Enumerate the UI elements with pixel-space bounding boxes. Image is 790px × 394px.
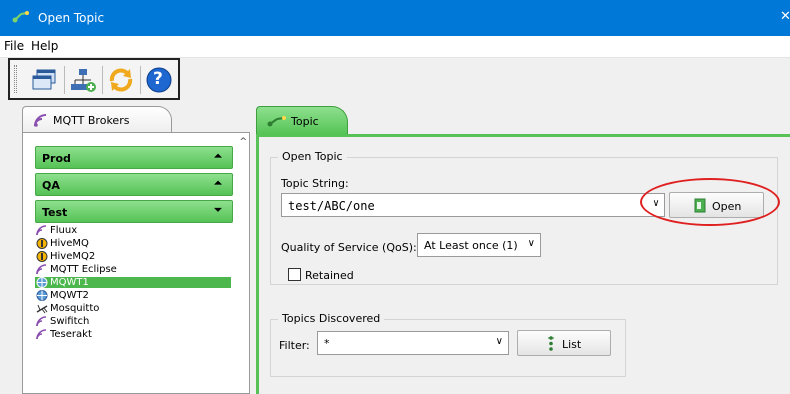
app-icon bbox=[12, 11, 29, 23]
menu-file[interactable]: File bbox=[4, 39, 24, 53]
list-item-label: MQTT Eclipse bbox=[50, 264, 117, 275]
group-label: Prod bbox=[42, 152, 71, 165]
list-item-label: Fluux bbox=[50, 225, 78, 236]
close-icon[interactable]: ✕ bbox=[780, 9, 790, 24]
list-item-label: HiveMQ2 bbox=[50, 251, 96, 262]
hive-icon bbox=[36, 238, 48, 249]
globe-icon bbox=[36, 290, 48, 301]
retained-label: Retained bbox=[305, 269, 354, 282]
window-title: Open Topic bbox=[38, 11, 105, 25]
tab-mqtt-brokers[interactable]: MQTT Brokers bbox=[22, 106, 172, 132]
broker-group-prod[interactable]: Prod ⏶ bbox=[35, 146, 233, 169]
retained-checkbox[interactable] bbox=[288, 268, 301, 281]
toolbar-separator bbox=[102, 66, 103, 94]
chevron-down-icon: ⏷ bbox=[214, 205, 222, 216]
mosquito-icon bbox=[36, 304, 48, 314]
list-item[interactable]: MQWT2 bbox=[35, 290, 231, 301]
filter-label: Filter: bbox=[279, 339, 310, 352]
topics-discovered-legend: Topics Discovered bbox=[278, 312, 385, 325]
help-icon[interactable]: ? bbox=[144, 66, 174, 94]
list-item-label: Mosquitto bbox=[50, 303, 100, 314]
list-item-label: MQWT2 bbox=[50, 290, 89, 301]
qos-value: At Least once (1) bbox=[424, 239, 518, 252]
title-bar: Open Topic ✕ bbox=[0, 0, 790, 36]
list-item[interactable]: Fluux bbox=[35, 225, 231, 236]
list-item-label: HiveMQ bbox=[50, 238, 89, 249]
network-add-icon[interactable] bbox=[68, 66, 98, 94]
list-button-label: List bbox=[562, 338, 582, 351]
chevron-up-icon: ⏶ bbox=[214, 151, 222, 162]
scroll-up-icon[interactable]: ^ bbox=[239, 137, 247, 147]
tab-label: Topic bbox=[291, 115, 319, 128]
filter-value: * bbox=[324, 337, 330, 350]
toolbar-grip[interactable] bbox=[14, 65, 17, 93]
signal-icon bbox=[36, 329, 47, 340]
topic-string-value: test/ABC/one bbox=[288, 199, 375, 213]
filter-input[interactable]: * ∨ bbox=[317, 331, 509, 355]
globe-icon bbox=[36, 277, 48, 288]
list-item[interactable]: Teserakt bbox=[35, 329, 231, 340]
signal-icon bbox=[36, 264, 47, 275]
qos-select[interactable]: At Least once (1) ∨ bbox=[417, 233, 541, 257]
toolbar-separator bbox=[64, 66, 65, 94]
open-topic-legend: Open Topic bbox=[278, 150, 347, 163]
topic-string-input[interactable]: test/ABC/one ∨ bbox=[281, 193, 665, 217]
signal-icon bbox=[34, 114, 47, 127]
signal-icon bbox=[36, 316, 47, 327]
broker-group-test[interactable]: Test ⏷ bbox=[35, 200, 233, 223]
list-item[interactable]: MQTT Eclipse bbox=[35, 264, 231, 275]
hive-icon bbox=[36, 251, 48, 262]
highlight-ellipse bbox=[640, 178, 780, 226]
toolbar: ? bbox=[8, 58, 180, 100]
menu-help[interactable]: Help bbox=[31, 39, 58, 53]
refresh-icon[interactable] bbox=[106, 66, 136, 94]
menu-bar: File Help bbox=[0, 36, 790, 58]
list-item[interactable]: HiveMQ2 bbox=[35, 251, 231, 262]
group-label: QA bbox=[42, 179, 60, 192]
signal-icon bbox=[36, 225, 47, 236]
help-icon-glyph: ? bbox=[153, 69, 163, 89]
list-item[interactable]: Mosquitto bbox=[35, 303, 231, 314]
chevron-up-icon: ⏶ bbox=[214, 178, 222, 189]
list-button[interactable]: List bbox=[517, 330, 611, 356]
broker-group-qa[interactable]: QA ⏶ bbox=[35, 173, 233, 196]
tab-topic[interactable]: Topic bbox=[256, 106, 348, 134]
list-item-label: Swifitch bbox=[50, 316, 90, 327]
toolbar-separator bbox=[140, 66, 141, 94]
topic-string-label: Topic String: bbox=[281, 177, 349, 190]
list-item-selected[interactable]: MQWT1 bbox=[35, 277, 231, 288]
qos-label: Quality of Service (QoS): bbox=[281, 241, 417, 254]
chevron-down-icon[interactable]: ∨ bbox=[528, 238, 535, 249]
brokers-panel: ^ Prod ⏶ QA ⏶ Test ⏷ Fluux HiveMQ HiveMQ… bbox=[22, 132, 250, 394]
list-item[interactable]: HiveMQ bbox=[35, 238, 231, 249]
tab-label: MQTT Brokers bbox=[53, 114, 130, 127]
list-item-label: MQWT1 bbox=[50, 277, 89, 288]
topic-icon bbox=[267, 116, 286, 127]
group-label: Test bbox=[42, 206, 68, 219]
chevron-down-icon[interactable]: ∨ bbox=[496, 336, 503, 347]
topic-panel: Open Topic Topic String: test/ABC/one ∨ … bbox=[256, 134, 790, 394]
windows-icon[interactable] bbox=[30, 66, 60, 94]
list-item-label: Teserakt bbox=[50, 329, 92, 340]
list-icon bbox=[548, 336, 554, 351]
list-item[interactable]: Swifitch bbox=[35, 316, 231, 327]
